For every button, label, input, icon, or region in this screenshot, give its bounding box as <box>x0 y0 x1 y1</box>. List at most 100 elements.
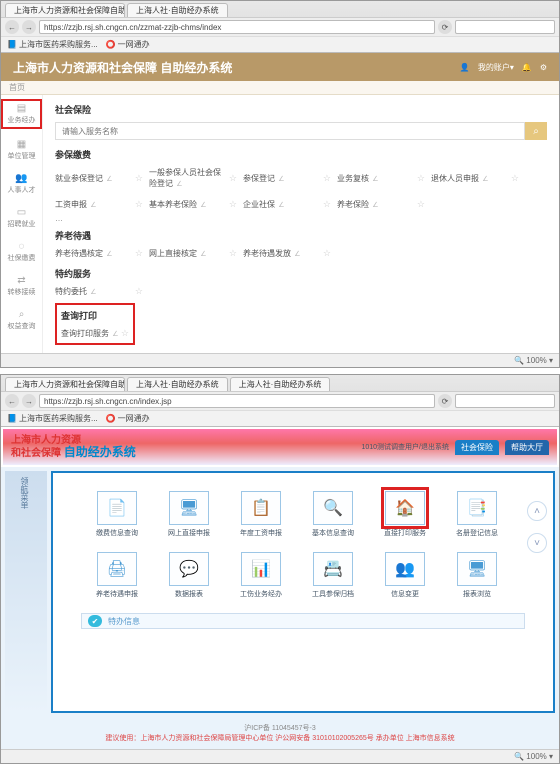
function-label: 数据报表 <box>163 589 215 599</box>
service-link[interactable]: 养老待遇发放 ∠☆ <box>243 246 331 261</box>
sidebar-item[interactable]: 👥人事人才 <box>1 171 42 197</box>
search-icon: ⌕ <box>1 309 42 320</box>
service-link[interactable]: 业务复核 ∠☆ <box>337 165 425 191</box>
user-label: 我的账户▾ <box>478 62 514 73</box>
star-icon[interactable]: ☆ <box>229 248 237 259</box>
function-card[interactable]: 🖨养老待遇申报 <box>91 552 143 599</box>
function-card[interactable]: 💬数据报表 <box>163 552 215 599</box>
star-icon[interactable]: ☆ <box>121 328 129 339</box>
chevron-right-icon: ∠ <box>106 176 112 183</box>
sidebar-item[interactable]: ⇄转移接续 <box>1 273 42 299</box>
function-card[interactable]: 📋年度工资申报 <box>235 491 287 538</box>
user-area[interactable]: 👤 我的账户▾ 🔔 ⚙ <box>460 62 547 73</box>
refresh-button[interactable]: ⟳ <box>438 20 452 34</box>
url-field[interactable]: https://zzjb.rsj.sh.cngcn.cn/index.jsp <box>39 394 435 408</box>
function-card[interactable]: 🖥网上直接申报 <box>163 491 215 538</box>
service-link[interactable]: 退休人员申报 ∠☆ <box>431 165 519 191</box>
inner-tabbar: 首页 <box>1 81 559 95</box>
star-icon[interactable]: ☆ <box>229 173 237 184</box>
refresh-button[interactable]: ⟳ <box>438 394 452 408</box>
forward-button[interactable]: → <box>22 394 36 408</box>
browser-search[interactable] <box>455 20 555 34</box>
star-icon[interactable]: ☆ <box>511 173 519 184</box>
service-link[interactable]: 工资申报 ∠☆ <box>55 197 143 212</box>
function-card[interactable]: 🔍基本信息查询 <box>307 491 359 538</box>
status-bar: 🔍 100% ▾ <box>1 749 559 763</box>
star-icon[interactable]: ☆ <box>135 199 143 210</box>
star-icon[interactable]: ☆ <box>323 248 331 259</box>
main-tab-help[interactable]: 帮助大厅 <box>505 440 549 455</box>
url-field[interactable]: https://zzjb.rsj.sh.cngcn.cn/zzmat-zzjb-… <box>39 20 435 34</box>
function-card[interactable]: 📇工具参保归档 <box>307 552 359 599</box>
function-card[interactable]: 📄缴费信息查询 <box>91 491 143 538</box>
sidebar-item[interactable]: ⌕权益查询 <box>1 307 42 333</box>
sidebar-item-biz[interactable]: ▤业务经办 <box>1 99 42 129</box>
service-link[interactable]: 企业社保 ∠☆ <box>243 197 331 212</box>
sidebar: 领航菜单 <box>5 471 47 713</box>
function-icon: 📄 <box>97 491 137 525</box>
back-button[interactable]: ← <box>5 394 19 408</box>
service-link[interactable]: 参保登记 ∠☆ <box>243 165 331 191</box>
browser-tab[interactable]: 上海人社·自助经办系统 <box>230 377 331 391</box>
sidebar-item[interactable]: ▦单位管理 <box>1 137 42 163</box>
star-icon[interactable]: ☆ <box>323 199 331 210</box>
service-link[interactable]: 查询打印服务 ∠☆ <box>61 326 129 341</box>
service-link[interactable]: 养老保险 ∠☆ <box>337 197 425 212</box>
browser-tab[interactable]: 上海人社·自助经办系统 <box>127 3 228 17</box>
sidebar-item[interactable]: ▭招聘就业 <box>1 205 42 231</box>
inner-tab[interactable]: 首页 <box>9 82 25 93</box>
bookmark-item[interactable]: ⭕ 一网通办 <box>106 39 150 50</box>
service-link[interactable]: 就业参保登记 ∠☆ <box>55 165 143 191</box>
star-icon[interactable]: ☆ <box>135 248 143 259</box>
browser-search[interactable] <box>455 394 555 408</box>
service-link[interactable]: 养老待遇核定 ∠☆ <box>55 246 143 261</box>
bell-icon[interactable]: 🔔 <box>522 63 532 72</box>
function-icon: 📇 <box>313 552 353 586</box>
function-label: 工伤业务经办 <box>235 589 287 599</box>
bookmark-item[interactable]: 📘 上海市医药采购服务... <box>7 39 98 50</box>
browser-tab[interactable]: 上海市人力资源和社会保障自助... <box>5 3 125 17</box>
more-ellipsis[interactable]: … <box>55 214 547 223</box>
gear-icon[interactable]: ⚙ <box>540 63 547 72</box>
service-link[interactable]: 特约委托 ∠☆ <box>55 284 143 299</box>
chevron-down-icon: ˅ <box>534 538 540 549</box>
search-icon: ⌕ <box>533 126 539 137</box>
function-card[interactable]: 🖥报表浏览 <box>451 552 503 599</box>
message-strip[interactable]: ✔ 特办信息 <box>81 613 525 629</box>
chevron-right-icon: ∠ <box>482 176 488 183</box>
back-button[interactable]: ← <box>5 20 19 34</box>
function-icon: 🏠 <box>385 491 425 525</box>
function-card[interactable]: 🏠直接打印服务 <box>379 491 431 538</box>
user-info[interactable]: 1010测试调查用户/退出系统 <box>361 442 449 452</box>
service-search-input[interactable] <box>55 122 525 140</box>
browser-tab[interactable]: 上海人社·自助经办系统 <box>127 377 228 391</box>
function-card[interactable]: 📑名册登记信息 <box>451 491 503 538</box>
scroll-up-button[interactable]: ˄ <box>527 501 547 521</box>
service-link[interactable]: 网上直接核定 ∠☆ <box>149 246 237 261</box>
bookmark-item[interactable]: 📘 上海市医药采购服务... <box>7 413 98 424</box>
star-icon[interactable]: ☆ <box>135 173 143 184</box>
scroll-down-button[interactable]: ˅ <box>527 533 547 553</box>
icon-row: 📄缴费信息查询 🖥网上直接申报 📋年度工资申报 🔍基本信息查询 🏠直接打印服务 📑名册登记… <box>81 491 525 538</box>
search-button[interactable]: ⌕ <box>525 122 547 140</box>
sidebar-item[interactable]: ◌社保缴费 <box>1 239 42 265</box>
function-card[interactable]: 📊工伤业务经办 <box>235 552 287 599</box>
browser-tab[interactable]: 上海市人力资源和社会保障自助... <box>5 377 125 391</box>
forward-button[interactable]: → <box>22 20 36 34</box>
function-icon: 🖥 <box>169 491 209 525</box>
star-icon[interactable]: ☆ <box>417 173 425 184</box>
star-icon[interactable]: ☆ <box>135 286 143 297</box>
main-tab-insurance[interactable]: 社会保险 <box>455 440 499 455</box>
section-title: 特约服务 <box>55 267 547 280</box>
star-icon[interactable]: ☆ <box>417 199 425 210</box>
star-icon[interactable]: ☆ <box>323 173 331 184</box>
footer-line: 建议使用：上海市人力资源和社会保障局管理中心单位 沪公网安备 310101020… <box>1 733 559 743</box>
service-link[interactable]: 基本养老保险 ∠☆ <box>149 197 237 212</box>
star-icon[interactable]: ☆ <box>229 199 237 210</box>
function-card[interactable]: 👥信息变更 <box>379 552 431 599</box>
sidebar-tab[interactable]: 领航菜单 <box>5 471 30 509</box>
icon-row: 🖨养老待遇申报 💬数据报表 📊工伤业务经办 📇工具参保归档 👥信息变更 🖥报表浏览 <box>81 552 525 599</box>
service-link[interactable]: 一般参保人员社会保险登记 ∠☆ <box>149 165 237 191</box>
user-icon: 👤 <box>460 63 470 72</box>
bookmark-item[interactable]: ⭕ 一网通办 <box>106 413 150 424</box>
